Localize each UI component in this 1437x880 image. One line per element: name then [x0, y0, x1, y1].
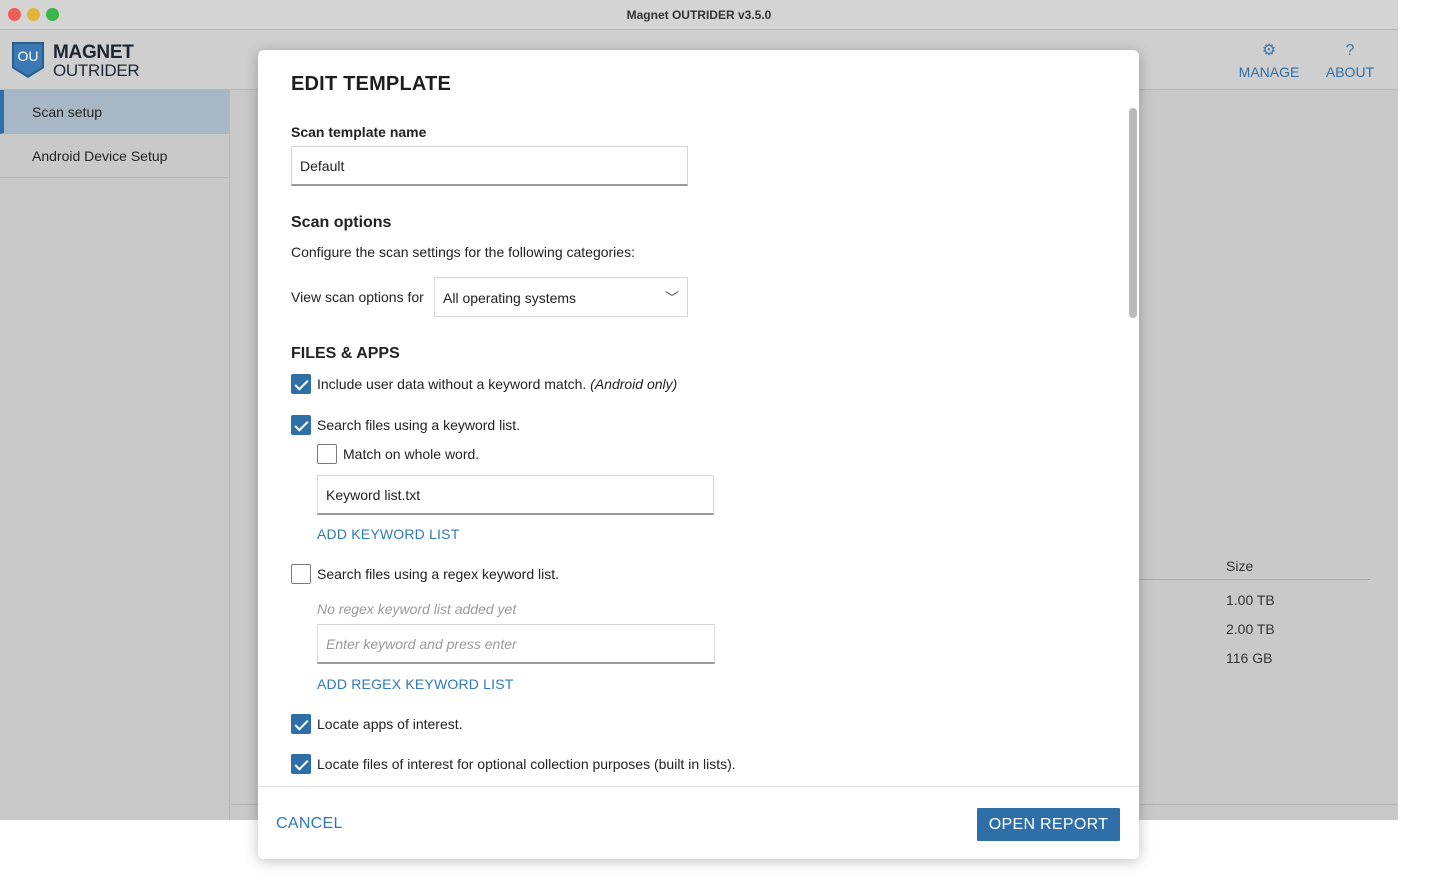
scan-options-heading: Scan options [291, 214, 392, 231]
view-scan-options-label: View scan options for [291, 289, 424, 305]
logo-mark: OU [18, 48, 39, 64]
open-report-button[interactable]: OPEN REPORT [977, 808, 1120, 841]
manage-label: MANAGE [1238, 64, 1300, 80]
include-user-data-checkbox[interactable] [291, 374, 311, 394]
add-keyword-list-link[interactable]: ADD KEYWORD LIST [317, 526, 459, 542]
cancel-button[interactable]: CANCEL [276, 815, 343, 833]
include-user-data-label: Include user data without a keyword matc… [317, 376, 677, 392]
logo-text-outrider: OUTRIDER [53, 61, 140, 80]
edit-template-dialog: EDIT TEMPLATE Scan template name Default… [258, 50, 1139, 859]
locate-files-label: Locate files of interest for optional co… [317, 756, 736, 772]
sidebar-item-android-device-setup[interactable]: Android Device Setup [0, 134, 229, 178]
os-filter-value: All operating systems [443, 290, 577, 306]
sidebar-item-scan-setup[interactable]: Scan setup [0, 90, 229, 134]
chevron-down-icon: ﹀ [665, 290, 679, 306]
locate-apps-label: Locate apps of interest. [317, 716, 463, 732]
size-cell: 116 GB [1226, 650, 1273, 666]
dialog-footer: CANCEL OPEN REPORT [258, 786, 1139, 859]
search-keyword-checkbox[interactable] [291, 415, 311, 435]
sidebar: Scan setup Android Device Setup [0, 90, 230, 820]
scan-options-description: Configure the scan settings for the foll… [291, 244, 635, 260]
search-keyword-label: Search files using a keyword list. [317, 417, 521, 433]
gear-icon: ⚙ [1261, 42, 1277, 59]
size-cell: 1.00 TB [1226, 592, 1275, 608]
search-regex-checkbox[interactable] [291, 564, 311, 584]
locate-apps-checkbox[interactable] [291, 714, 311, 734]
files-apps-heading: FILES & APPS [291, 345, 400, 362]
keyword-list-field[interactable]: Keyword list.txt [317, 475, 714, 515]
add-regex-keyword-list-link[interactable]: ADD REGEX KEYWORD LIST [317, 676, 514, 692]
locate-files-checkbox[interactable] [291, 754, 311, 774]
search-regex-label: Search files using a regex keyword list. [317, 566, 559, 582]
window-title: Magnet OUTRIDER v3.5.0 [626, 8, 772, 22]
include-user-data-text: Include user data without a keyword matc… [317, 376, 587, 392]
android-only-note: (Android only) [590, 376, 678, 392]
table-header-divider [1138, 579, 1370, 580]
dialog-title: EDIT TEMPLATE [291, 73, 452, 95]
size-column-header: Size [1226, 558, 1254, 574]
title-bar: Magnet OUTRIDER v3.5.0 [0, 0, 1398, 30]
template-name-label: Scan template name [291, 124, 427, 140]
question-icon: ? [1345, 42, 1355, 59]
manage-button[interactable]: ⚙ MANAGE [1236, 42, 1302, 80]
dialog-scrollbar-thumb[interactable] [1129, 108, 1137, 318]
about-label: ABOUT [1325, 64, 1375, 80]
os-filter-select[interactable]: All operating systems ﹀ [434, 277, 688, 317]
match-whole-word-label: Match on whole word. [343, 446, 480, 462]
size-cell: 2.00 TB [1226, 621, 1275, 637]
outrider-logo-icon: OU [12, 42, 44, 78]
match-whole-word-checkbox[interactable] [317, 444, 337, 464]
template-name-input[interactable]: Default [291, 146, 688, 186]
no-regex-hint: No regex keyword list added yet [317, 601, 517, 617]
dialog-scroll-area[interactable]: EDIT TEMPLATE Scan template name Default… [258, 50, 1139, 786]
regex-keyword-input[interactable]: Enter keyword and press enter [317, 624, 715, 664]
about-button[interactable]: ? ABOUT [1320, 42, 1380, 80]
